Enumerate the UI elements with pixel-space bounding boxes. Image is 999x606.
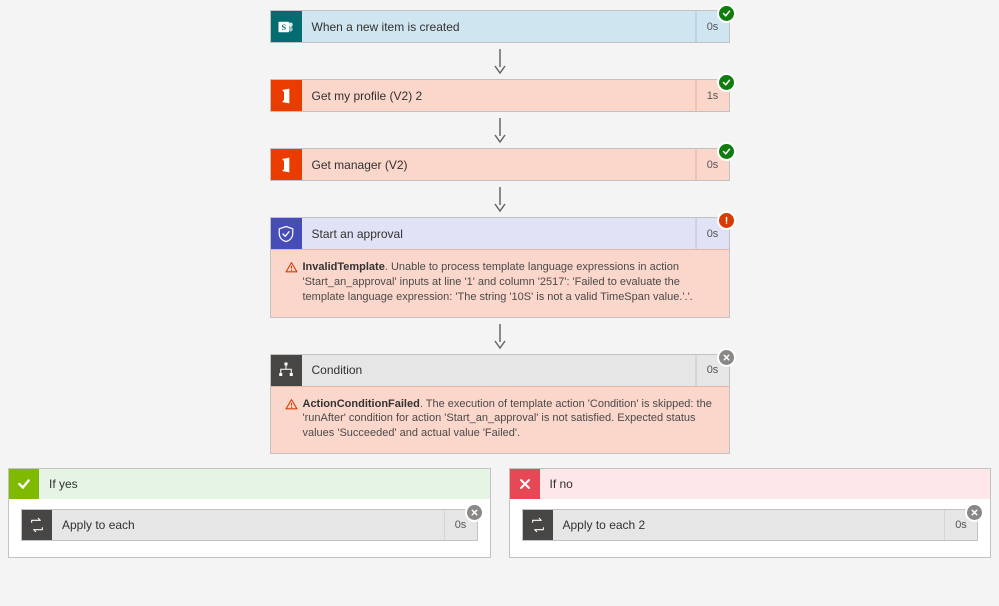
step-title: Get my profile (V2) 2 xyxy=(302,80,696,111)
office365-icon xyxy=(271,149,302,180)
flow-arrow xyxy=(270,318,730,354)
status-badge-success xyxy=(717,4,736,23)
status-badge-skipped xyxy=(965,503,984,522)
error-text: InvalidTemplate. Unable to process templ… xyxy=(303,260,715,305)
step-title: Get manager (V2) xyxy=(302,149,696,180)
status-badge-success xyxy=(717,142,736,161)
step-start-approval[interactable]: Start an approval 0s InvalidTemplate. Un… xyxy=(270,217,730,318)
step-title: When a new item is created xyxy=(302,11,696,42)
condition-icon xyxy=(271,355,302,386)
step-get-manager[interactable]: Get manager (V2) 0s xyxy=(270,148,730,181)
check-icon xyxy=(9,469,39,499)
flow-arrow xyxy=(270,43,730,79)
branch-if-yes[interactable]: If yes Apply to each 0s xyxy=(8,468,491,558)
office365-icon xyxy=(271,80,302,111)
step-condition[interactable]: Condition 0s ActionConditionFailed. The … xyxy=(270,354,730,455)
branch-label: If yes xyxy=(39,477,490,491)
flow-arrow xyxy=(270,181,730,217)
approval-icon xyxy=(271,218,302,249)
status-badge-skipped xyxy=(465,503,484,522)
warning-icon xyxy=(285,260,303,305)
step-title: Apply to each xyxy=(52,510,445,540)
step-apply-to-each[interactable]: Apply to each 0s xyxy=(21,509,478,541)
branch-if-no[interactable]: If no Apply to each 2 0s xyxy=(509,468,992,558)
error-panel: ActionConditionFailed. The execution of … xyxy=(271,386,729,454)
loop-icon xyxy=(523,510,553,540)
step-title: Condition xyxy=(302,355,696,386)
status-badge-skipped xyxy=(717,348,736,367)
warning-icon xyxy=(285,397,303,442)
flow-arrow xyxy=(270,112,730,148)
branch-label: If no xyxy=(540,477,991,491)
svg-text:S: S xyxy=(281,23,286,32)
status-badge-error xyxy=(717,211,736,230)
step-title: Start an approval xyxy=(302,218,696,249)
error-panel: InvalidTemplate. Unable to process templ… xyxy=(271,249,729,317)
close-icon xyxy=(510,469,540,499)
step-get-profile[interactable]: Get my profile (V2) 2 1s xyxy=(270,79,730,112)
sharepoint-icon: S xyxy=(271,11,302,42)
status-badge-success xyxy=(717,73,736,92)
error-text: ActionConditionFailed. The execution of … xyxy=(303,397,715,442)
step-apply-to-each-2[interactable]: Apply to each 2 0s xyxy=(522,509,979,541)
loop-icon xyxy=(22,510,52,540)
step-title: Apply to each 2 xyxy=(553,510,946,540)
step-trigger[interactable]: S When a new item is created 0s xyxy=(270,10,730,43)
